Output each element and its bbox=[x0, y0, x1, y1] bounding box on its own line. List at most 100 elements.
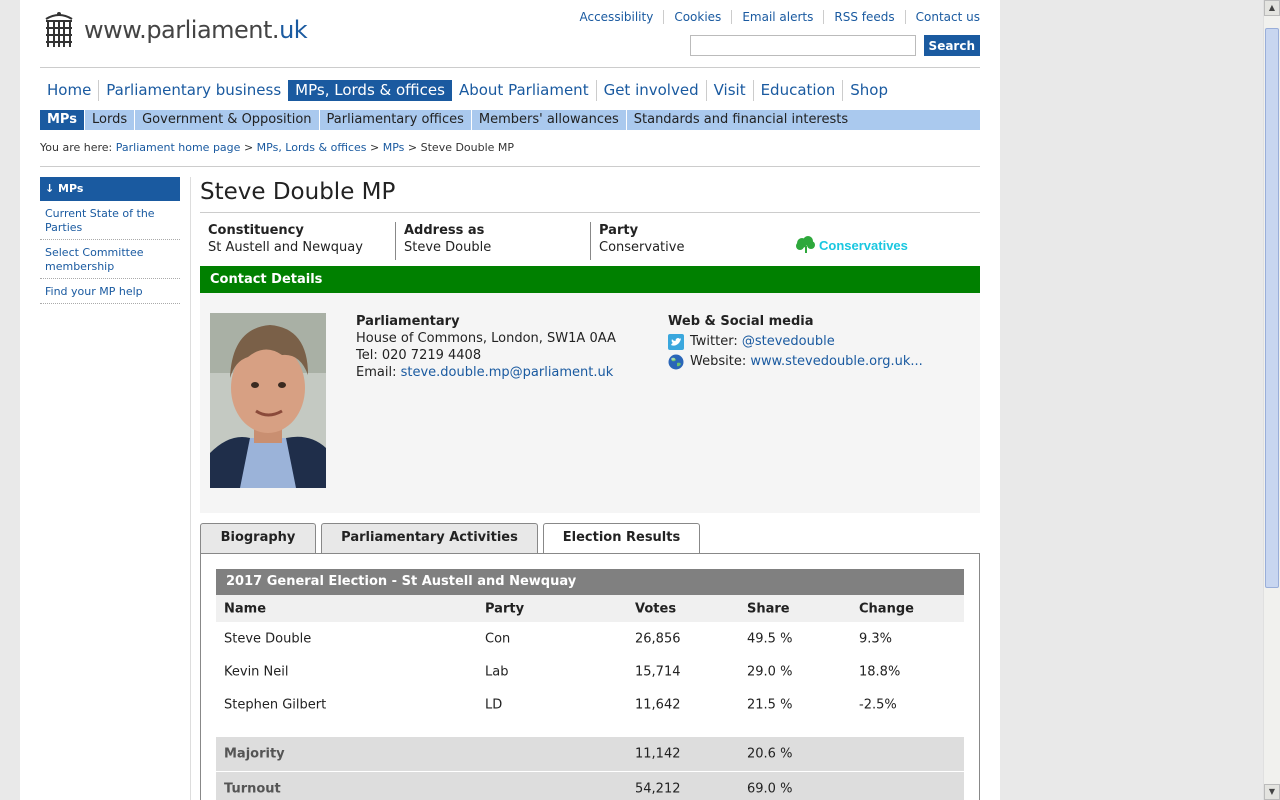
table-spacer bbox=[216, 721, 964, 737]
nav-parliamentary-business[interactable]: Parliamentary business bbox=[98, 80, 288, 101]
table-row: Stephen Gilbert LD 11,642 21.5 % -2.5% bbox=[216, 688, 964, 721]
tab-parliamentary-activities[interactable]: Parliamentary Activities bbox=[321, 523, 538, 553]
candidate-share: 49.5 % bbox=[747, 631, 793, 646]
scrollbar-thumb[interactable] bbox=[1265, 28, 1279, 588]
page-title: Steve Double MP bbox=[200, 179, 396, 205]
parliamentary-tel: Tel: 020 7219 4408 bbox=[356, 348, 482, 363]
scroll-up-arrow-icon[interactable]: ▲ bbox=[1264, 0, 1280, 16]
breadcrumb: You are here: Parliament home page > MPs… bbox=[40, 141, 514, 154]
nav-shop[interactable]: Shop bbox=[842, 80, 895, 101]
vertical-scrollbar[interactable]: ▲ ▼ bbox=[1263, 0, 1280, 800]
breadcrumb-current: Steve Double MP bbox=[420, 141, 515, 154]
party-logo-text: Conservatives bbox=[819, 237, 908, 253]
candidate-change: -2.5% bbox=[859, 697, 897, 712]
subnav-mps[interactable]: MPs bbox=[40, 110, 84, 130]
candidate-votes: 15,714 bbox=[635, 664, 681, 679]
contact-us-link[interactable]: Contact us bbox=[904, 10, 980, 24]
candidate-share: 29.0 % bbox=[747, 664, 793, 679]
candidate-share: 21.5 % bbox=[747, 697, 793, 712]
election-results-table: Name Party Votes Share Change Steve Doub… bbox=[216, 595, 964, 800]
nav-mps-lords-offices[interactable]: MPs, Lords & offices bbox=[288, 80, 452, 101]
breadcrumb-link-mps[interactable]: MPs bbox=[383, 141, 405, 154]
constituency-label: Constituency bbox=[208, 223, 304, 238]
address-as-value: Steve Double bbox=[404, 240, 492, 255]
breadcrumb-link-home[interactable]: Parliament home page bbox=[116, 141, 241, 154]
nav-home[interactable]: Home bbox=[40, 80, 98, 101]
majority-share: 20.6 % bbox=[747, 746, 793, 762]
twitter-link[interactable]: @stevedouble bbox=[742, 333, 835, 350]
subnav-standards[interactable]: Standards and financial interests bbox=[625, 110, 855, 130]
parliamentary-heading: Parliamentary bbox=[356, 314, 460, 329]
website-row: Website: www.stevedouble.org.uk... bbox=[668, 353, 923, 370]
subnav-government-opposition[interactable]: Government & Opposition bbox=[134, 110, 318, 130]
sidebar-item-state-of-parties[interactable]: Current State of the Parties bbox=[40, 201, 180, 240]
breadcrumb-separator: > bbox=[243, 141, 254, 154]
divider bbox=[200, 212, 980, 213]
sidebar-item-select-committee[interactable]: Select Committee membership bbox=[40, 240, 180, 279]
search-button[interactable]: Search bbox=[923, 35, 980, 56]
parliamentary-email-row: Email: steve.double.mp@parliament.uk bbox=[356, 364, 616, 381]
breadcrumb-separator: > bbox=[370, 141, 380, 154]
parliamentary-contact: Parliamentary House of Commons, London, … bbox=[356, 313, 616, 381]
email-link[interactable]: steve.double.mp@parliament.uk bbox=[401, 365, 614, 380]
breadcrumb-prefix: You are here: bbox=[40, 141, 113, 154]
scroll-down-arrow-icon[interactable]: ▼ bbox=[1264, 784, 1280, 800]
nav-about-parliament[interactable]: About Parliament bbox=[452, 80, 596, 101]
page: www.parliament.uk Accessibility Cookies … bbox=[20, 0, 1000, 800]
constituency-box: Constituency St Austell and Newquay bbox=[200, 222, 395, 260]
party-box: Party Conservative bbox=[590, 222, 785, 260]
turnout-share: 69.0 % bbox=[747, 781, 793, 797]
website-link[interactable]: www.stevedouble.org.uk... bbox=[750, 353, 922, 370]
candidate-name: Kevin Neil bbox=[224, 664, 289, 679]
subnav-lords[interactable]: Lords bbox=[83, 110, 134, 130]
breadcrumb-link-mps-lords[interactable]: MPs, Lords & offices bbox=[257, 141, 367, 154]
utility-nav: Accessibility Cookies Email alerts RSS f… bbox=[569, 10, 980, 24]
contact-details-heading: Contact Details bbox=[200, 266, 980, 293]
majority-votes: 11,142 bbox=[635, 746, 681, 762]
divider bbox=[40, 166, 980, 167]
accessibility-link[interactable]: Accessibility bbox=[569, 10, 663, 24]
twitter-label: Twitter: bbox=[690, 334, 738, 349]
candidate-name: Stephen Gilbert bbox=[224, 697, 327, 712]
subnav-members-allowances[interactable]: Members' allowances bbox=[470, 110, 626, 130]
nav-visit[interactable]: Visit bbox=[705, 80, 753, 101]
table-row: Steve Double Con 26,856 49.5 % 9.3% bbox=[216, 622, 964, 655]
divider bbox=[190, 177, 191, 800]
address-as-box: Address as Steve Double bbox=[395, 222, 590, 260]
rss-feeds-link[interactable]: RSS feeds bbox=[823, 10, 904, 24]
email-alerts-link[interactable]: Email alerts bbox=[731, 10, 823, 24]
search-input[interactable] bbox=[689, 35, 916, 56]
sidebar-item-find-your-mp[interactable]: Find your MP help bbox=[40, 279, 180, 304]
conservative-tree-icon bbox=[796, 236, 815, 253]
candidate-party: Con bbox=[485, 631, 511, 646]
sidebar-heading[interactable]: ↓ MPs bbox=[40, 177, 180, 201]
address-as-label: Address as bbox=[404, 223, 485, 238]
subnav-parliamentary-offices[interactable]: Parliamentary offices bbox=[318, 110, 471, 130]
constituency-value: St Austell and Newquay bbox=[208, 240, 363, 255]
cookies-link[interactable]: Cookies bbox=[663, 10, 731, 24]
candidate-votes: 26,856 bbox=[635, 631, 681, 646]
contact-details-panel: Parliamentary House of Commons, London, … bbox=[200, 293, 980, 513]
election-results-panel: 2017 General Election - St Austell and N… bbox=[200, 553, 980, 800]
majority-row: Majority 11,142 20.6 % bbox=[216, 737, 964, 771]
party-value: Conservative bbox=[599, 240, 685, 255]
nav-get-involved[interactable]: Get involved bbox=[595, 80, 706, 101]
parliamentary-address: House of Commons, London, SW1A 0AA bbox=[356, 331, 616, 346]
sidebar: ↓ MPs Current State of the Parties Selec… bbox=[40, 177, 180, 304]
web-social-heading: Web & Social media bbox=[668, 314, 814, 329]
table-header-row: Name Party Votes Share Change bbox=[216, 595, 964, 622]
candidate-votes: 11,642 bbox=[635, 697, 681, 712]
breadcrumb-separator: > bbox=[407, 141, 418, 154]
party-label: Party bbox=[599, 223, 639, 238]
column-header-name: Name bbox=[224, 601, 267, 616]
website-label: Website: bbox=[690, 354, 747, 369]
portcullis-icon bbox=[45, 12, 73, 47]
sub-nav: MPs Lords Government & Opposition Parlia… bbox=[40, 110, 980, 130]
parliament-logo[interactable]: www.parliament.uk bbox=[42, 10, 308, 50]
turnout-row: Turnout 54,212 69.0 % bbox=[216, 772, 964, 800]
tab-election-results[interactable]: Election Results bbox=[543, 523, 700, 554]
tab-biography[interactable]: Biography bbox=[200, 523, 316, 553]
column-header-share: Share bbox=[747, 601, 790, 616]
nav-education[interactable]: Education bbox=[752, 80, 843, 101]
candidate-party: Lab bbox=[485, 664, 509, 679]
